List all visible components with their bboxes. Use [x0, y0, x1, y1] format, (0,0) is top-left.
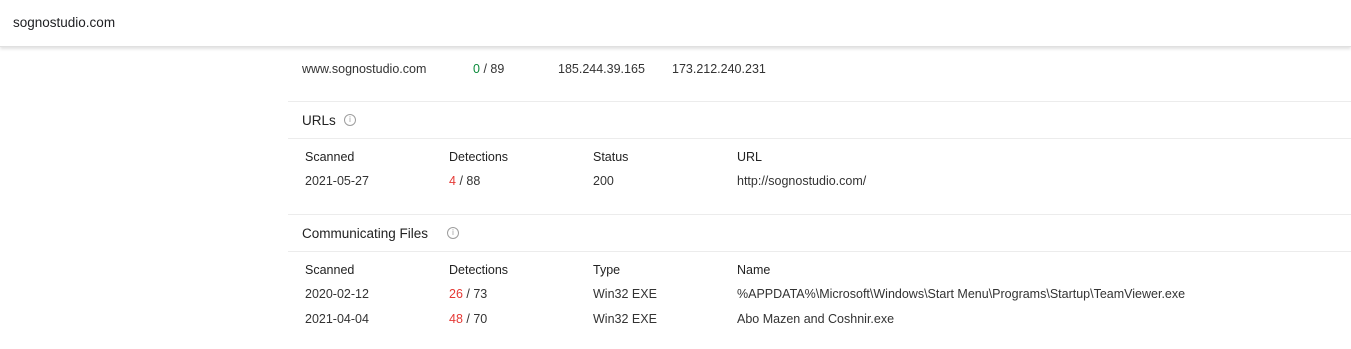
top-bar: sognostudio.com [0, 0, 1351, 47]
cell-status: 200 [593, 174, 614, 188]
cell-url[interactable]: http://sognostudio.com/ [737, 174, 866, 188]
detections-positive: 0 [473, 62, 480, 76]
detections-total: / 70 [466, 312, 488, 326]
communicating-files-section-title: Communicating Files [302, 226, 429, 241]
info-icon[interactable]: i [447, 227, 459, 239]
resolution-ip-1[interactable]: 185.244.39.165 [558, 62, 645, 76]
cell-type: Win32 EXE [593, 312, 657, 326]
cell-detections: 26 / 73 [449, 287, 487, 301]
resolution-ip-2[interactable]: 173.212.240.231 [672, 62, 766, 76]
column-header-detections: Detections [449, 150, 509, 164]
detections-positive: 4 [449, 174, 456, 188]
resolution-host[interactable]: www.sognostudio.com [302, 62, 426, 76]
cell-scanned: 2021-05-27 [305, 174, 369, 188]
detections-positive: 26 [449, 287, 463, 301]
column-header-status: Status [593, 150, 629, 164]
detections-total: / 89 [483, 62, 505, 76]
column-header-type: Type [593, 263, 621, 277]
section-header-divider [288, 251, 1351, 252]
column-header-name: Name [737, 263, 771, 277]
detections-total: / 88 [459, 174, 481, 188]
domain-title: sognostudio.com [13, 15, 116, 30]
column-header-detections: Detections [449, 263, 509, 277]
info-icon[interactable]: i [344, 114, 356, 126]
column-header-scanned: Scanned [305, 263, 355, 277]
cell-scanned: 2021-04-04 [305, 312, 369, 326]
resolution-detections: 0 / 89 [473, 62, 504, 76]
cell-scanned: 2020-02-12 [305, 287, 369, 301]
urls-section-title: URLs [302, 113, 336, 128]
cell-name[interactable]: Abo Mazen and Coshnir.exe [737, 312, 894, 326]
cell-type: Win32 EXE [593, 287, 657, 301]
column-header-scanned: Scanned [305, 150, 355, 164]
cell-name[interactable]: %APPDATA%\Microsoft\Windows\Start Menu\P… [737, 287, 1185, 301]
detections-total: / 73 [466, 287, 488, 301]
section-divider [288, 214, 1351, 215]
cell-detections: 4 / 88 [449, 174, 480, 188]
column-header-url: URL [737, 150, 763, 164]
section-divider [288, 101, 1351, 102]
detections-positive: 48 [449, 312, 463, 326]
cell-detections: 48 / 70 [449, 312, 487, 326]
section-header-divider [288, 138, 1351, 139]
